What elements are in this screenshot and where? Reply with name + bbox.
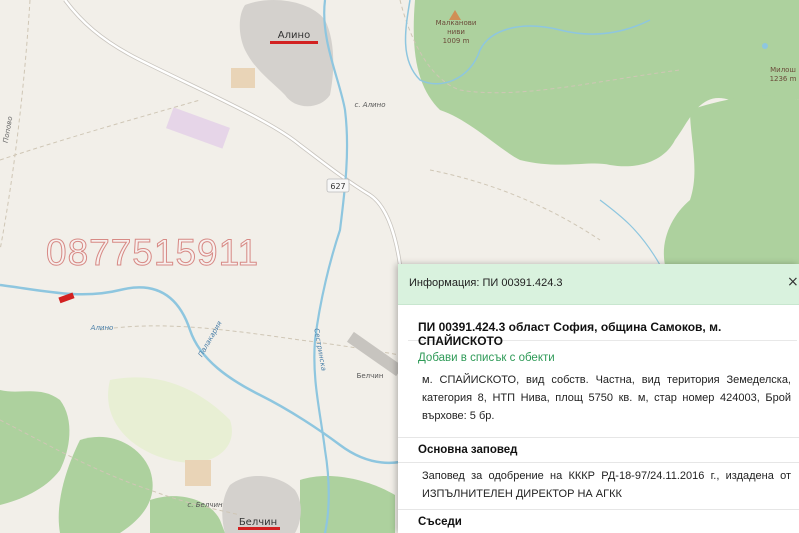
info-panel: Информация: ПИ 00391.424.3 × ПИ 00391.42… xyxy=(398,264,799,533)
industrial-area-2 xyxy=(185,460,211,486)
section-neighbors[interactable]: Съседи xyxy=(398,509,799,533)
peak2-elevation-label: 1236 m xyxy=(770,75,797,83)
close-button[interactable]: × xyxy=(787,274,799,290)
info-panel-title: Информация: ПИ 00391.424.3 xyxy=(409,277,563,289)
town-label-alino: Алино xyxy=(278,30,310,41)
road-label-belchin: с. Белчин xyxy=(187,501,223,509)
parcel-description: м. СПАЙИСКОТО, вид собств. Частна, вид т… xyxy=(422,374,791,422)
industrial-area xyxy=(231,68,255,88)
airfield-label: Белчин xyxy=(357,372,384,380)
peak-name-label-2: ниви xyxy=(447,28,465,36)
road-number-label: 627 xyxy=(330,182,345,191)
section-title-neighbors[interactable]: Съседи xyxy=(398,509,799,533)
main-order-text: Заповед за одобрение на КККР РД-18-97/24… xyxy=(422,470,791,500)
info-panel-header: Информация: ПИ 00391.424.3 × xyxy=(398,264,799,305)
peak2-name-label: Милош xyxy=(770,66,796,74)
river-label-alino: Алино xyxy=(90,324,114,332)
section-main-order: Основна заповед Заповед за одобрение на … xyxy=(398,437,799,509)
parcel-title: ПИ 00391.424.3 област София, община Само… xyxy=(418,320,722,348)
peak-name-label: Малканови xyxy=(436,19,477,27)
phone-watermark: 0877515911 xyxy=(45,232,260,274)
poi-icon xyxy=(762,43,768,49)
section-title-main-order: Основна заповед xyxy=(398,437,799,463)
road-label-alino: с. Алино xyxy=(355,101,386,109)
peak-elevation-label: 1009 m xyxy=(443,37,470,45)
town-marker-alino xyxy=(270,41,318,44)
town-label-belchin: Белчин xyxy=(239,517,277,528)
